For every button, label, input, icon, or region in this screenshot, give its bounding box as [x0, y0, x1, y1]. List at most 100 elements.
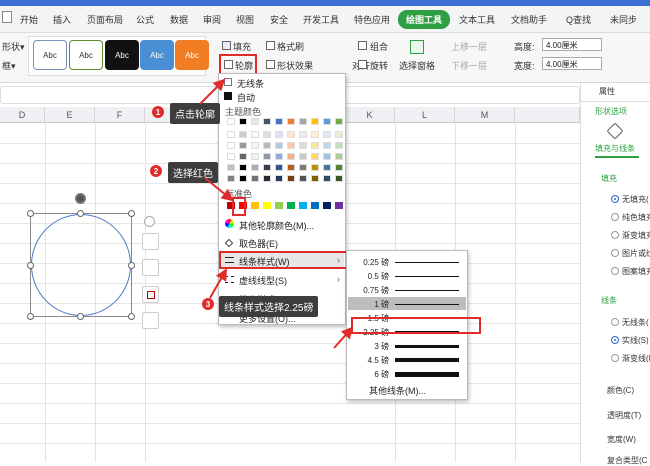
- theme-color-swatch[interactable]: [323, 118, 331, 125]
- column-header-k[interactable]: K: [345, 107, 395, 123]
- fill-section-header[interactable]: 填充: [601, 173, 617, 184]
- standard-color-swatch[interactable]: [299, 202, 307, 209]
- tab-shape-options[interactable]: 形状选项: [595, 106, 627, 117]
- theme-color-swatch[interactable]: [335, 175, 343, 182]
- theme-color-swatch[interactable]: [287, 131, 295, 138]
- theme-color-swatch[interactable]: [263, 142, 271, 149]
- radio-no-fill[interactable]: [611, 195, 619, 203]
- menu-eyedropper[interactable]: 取色器(E): [239, 237, 278, 250]
- theme-color-swatch[interactable]: [299, 131, 307, 138]
- theme-color-swatch[interactable]: [323, 175, 331, 182]
- menu-more-outline-colors[interactable]: 其他轮廓颜色(M)...: [239, 219, 314, 232]
- theme-color-swatch[interactable]: [227, 118, 235, 125]
- theme-color-swatch[interactable]: [227, 164, 235, 171]
- rotate-handle-icon[interactable]: [75, 193, 86, 204]
- theme-color-swatch[interactable]: [335, 131, 343, 138]
- menu-no-outline[interactable]: 无线条: [237, 77, 264, 90]
- menu-doc-assistant[interactable]: 文档助手: [511, 13, 547, 26]
- theme-color-swatch[interactable]: [275, 131, 283, 138]
- theme-color-swatch[interactable]: [311, 142, 319, 149]
- theme-color-swatch[interactable]: [251, 153, 259, 160]
- radio-no-line[interactable]: [611, 318, 619, 326]
- standard-color-swatch[interactable]: [323, 202, 331, 209]
- theme-color-swatch[interactable]: [275, 164, 283, 171]
- line-weight-label[interactable]: 0.25 磅: [355, 257, 389, 268]
- menu-other-lines[interactable]: 其他线条(M)...: [369, 384, 426, 397]
- theme-color-swatch[interactable]: [335, 164, 343, 171]
- standard-color-swatch[interactable]: [335, 202, 343, 209]
- theme-color-swatch[interactable]: [299, 164, 307, 171]
- selection-pane-button[interactable]: 选择窗格: [399, 59, 435, 72]
- theme-color-swatch[interactable]: [227, 142, 235, 149]
- theme-color-swatch[interactable]: [263, 153, 271, 160]
- theme-color-swatch[interactable]: [287, 142, 295, 149]
- standard-color-swatch[interactable]: [251, 202, 259, 209]
- theme-color-swatch[interactable]: [251, 175, 259, 182]
- resize-handle[interactable]: [27, 210, 34, 217]
- menu-developer[interactable]: 开发工具: [303, 13, 339, 26]
- menu-auto-color[interactable]: 自动: [237, 91, 255, 104]
- line-weight-sample[interactable]: [395, 262, 459, 263]
- theme-color-swatch[interactable]: [239, 118, 247, 125]
- theme-color-swatch[interactable]: [287, 175, 295, 182]
- theme-color-swatch[interactable]: [251, 131, 259, 138]
- fill-bucket-icon[interactable]: [142, 259, 159, 276]
- menu-view[interactable]: 视图: [236, 13, 254, 26]
- menu-page-layout[interactable]: 页面布局: [87, 13, 123, 26]
- column-header-f[interactable]: F: [95, 107, 145, 123]
- theme-color-swatch[interactable]: [323, 153, 331, 160]
- theme-color-swatch[interactable]: [299, 142, 307, 149]
- theme-color-swatch[interactable]: [311, 153, 319, 160]
- line-weight-label[interactable]: 0.5 磅: [355, 271, 389, 282]
- theme-color-swatch[interactable]: [227, 131, 235, 138]
- tab-fill-line[interactable]: 填充与线条: [595, 143, 635, 154]
- theme-color-swatch[interactable]: [335, 118, 343, 125]
- line-weight-label[interactable]: 3 磅: [355, 341, 389, 352]
- theme-color-swatch[interactable]: [227, 153, 235, 160]
- menu-insert[interactable]: 插入: [53, 13, 71, 26]
- column-header-e[interactable]: E: [45, 107, 95, 123]
- menu-formulas[interactable]: 公式: [136, 13, 154, 26]
- group-button[interactable]: 组合: [370, 40, 388, 53]
- theme-color-swatch[interactable]: [287, 153, 295, 160]
- menu-icon[interactable]: [2, 11, 12, 23]
- image-icon[interactable]: [142, 312, 159, 329]
- standard-color-swatch[interactable]: [263, 202, 271, 209]
- line-weight-sample[interactable]: [395, 304, 459, 305]
- menu-review[interactable]: 审阅: [203, 13, 221, 26]
- shape-effects-button[interactable]: 形状效果: [277, 59, 313, 72]
- theme-color-swatch[interactable]: [275, 175, 283, 182]
- theme-color-swatch[interactable]: [227, 175, 235, 182]
- theme-color-swatch[interactable]: [275, 153, 283, 160]
- theme-color-swatch[interactable]: [251, 164, 259, 171]
- send-backward-button[interactable]: 下移一层: [451, 59, 487, 72]
- menu-drawing-tools[interactable]: 绘图工具: [398, 10, 451, 29]
- theme-color-swatch[interactable]: [239, 164, 247, 171]
- menu-home[interactable]: 开始: [20, 13, 38, 26]
- style-preset-1[interactable]: Abc: [33, 40, 67, 70]
- shape-edit-button[interactable]: 形状▾: [2, 40, 25, 53]
- theme-color-swatch[interactable]: [299, 175, 307, 182]
- radio-pattern-fill[interactable]: [611, 267, 619, 275]
- theme-color-swatch[interactable]: [311, 131, 319, 138]
- radio-gradient-fill[interactable]: [611, 231, 619, 239]
- theme-color-swatch[interactable]: [323, 164, 331, 171]
- line-weight-label[interactable]: 1 磅: [355, 299, 389, 310]
- theme-color-swatch[interactable]: [299, 153, 307, 160]
- format-painter-button[interactable]: 格式刷: [277, 40, 304, 53]
- collapse-icon[interactable]: [144, 216, 155, 227]
- theme-color-swatch[interactable]: [251, 118, 259, 125]
- menu-text-tools[interactable]: 文本工具: [459, 13, 495, 26]
- theme-color-swatch[interactable]: [239, 142, 247, 149]
- standard-color-swatch[interactable]: [275, 202, 283, 209]
- theme-color-swatch[interactable]: [287, 118, 295, 125]
- resize-handle[interactable]: [128, 313, 135, 320]
- menu-features[interactable]: 特色应用: [354, 13, 390, 26]
- theme-color-swatch[interactable]: [275, 118, 283, 125]
- line-weight-sample[interactable]: [395, 290, 459, 291]
- theme-color-swatch[interactable]: [287, 164, 295, 171]
- fill-line-icon[interactable]: [606, 122, 624, 140]
- style-preset-4[interactable]: Abc: [140, 40, 174, 70]
- resize-handle[interactable]: [27, 313, 34, 320]
- theme-color-swatch[interactable]: [323, 131, 331, 138]
